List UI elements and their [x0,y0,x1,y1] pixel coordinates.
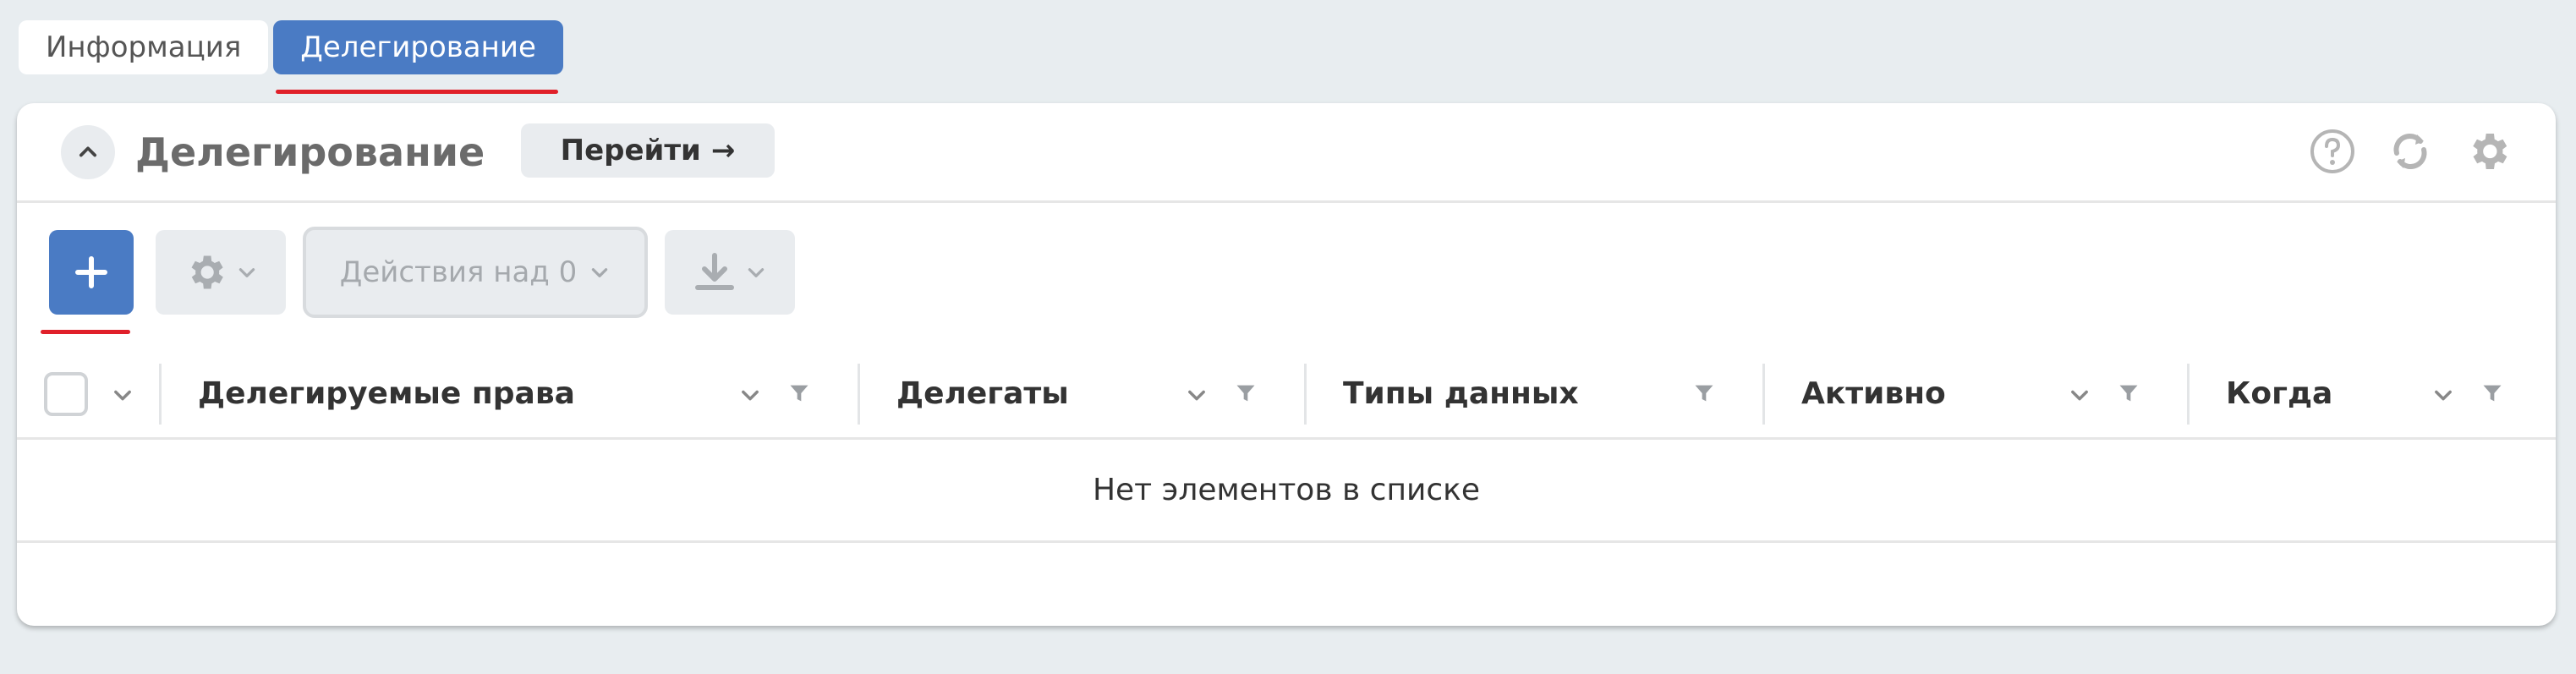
goto-label: Перейти [560,134,701,167]
filter-icon[interactable] [2116,381,2141,406]
sort-chevron-icon[interactable] [2431,382,2456,408]
panel-title: Делегирование [135,129,485,175]
chevron-down-icon [592,268,608,277]
tab-information[interactable]: Информация [19,20,269,74]
column-header-delegates[interactable]: Делегаты [896,348,1069,440]
chevron-down-icon [238,268,255,277]
select-all-checkbox[interactable] [44,372,88,416]
chevron-up-icon [79,146,97,157]
tab-delegation-underline [276,90,558,94]
column-header-when[interactable]: Когда [2226,348,2332,440]
settings-gear-icon[interactable] [2463,126,2513,177]
tab-bar: Информация Делегирование [19,20,563,74]
chevron-down-icon [748,268,765,277]
add-button-underline [41,330,130,334]
delegation-panel: Делегирование Перейти → Действия над 0 Д… [17,103,2556,626]
sort-chevron-icon[interactable] [2067,382,2092,408]
filter-icon[interactable] [2480,381,2505,406]
arrow-right-icon: → [710,134,736,167]
bulk-actions-label: Действия над 0 [339,255,578,289]
help-icon[interactable] [2307,126,2358,177]
settings-menu-button[interactable] [156,230,286,315]
empty-list-message: Нет элементов в списке [17,440,2556,543]
column-header-data-types[interactable]: Типы данных [1343,348,1579,440]
collapse-button[interactable] [61,125,115,179]
column-header-delegated-rights[interactable]: Делегируемые права [198,348,575,440]
plus-icon [75,256,107,288]
filter-icon[interactable] [787,381,812,406]
goto-button[interactable]: Перейти → [521,123,775,178]
filter-icon[interactable] [1233,381,1258,406]
gear-icon [191,255,223,289]
download-icon [695,253,734,290]
column-divider [858,364,860,425]
tab-delegation[interactable]: Делегирование [273,20,563,74]
column-divider [1304,364,1307,425]
column-divider [1762,364,1765,425]
panel-header: Делегирование Перейти → [17,103,2556,203]
add-button[interactable] [49,230,134,315]
bulk-actions-dropdown[interactable]: Действия над 0 [303,227,648,318]
sort-chevron-icon[interactable] [1184,382,1209,408]
select-options-chevron-icon[interactable] [110,382,135,408]
refresh-icon[interactable] [2385,126,2436,177]
column-header-active[interactable]: Активно [1801,348,1946,440]
filter-icon[interactable] [1691,381,1717,406]
table-header: Делегируемые права Делегаты Типы данных … [17,348,2556,440]
column-divider [2187,364,2190,425]
sort-chevron-icon[interactable] [737,382,763,408]
column-divider [159,364,162,425]
export-menu-button[interactable] [665,230,795,315]
